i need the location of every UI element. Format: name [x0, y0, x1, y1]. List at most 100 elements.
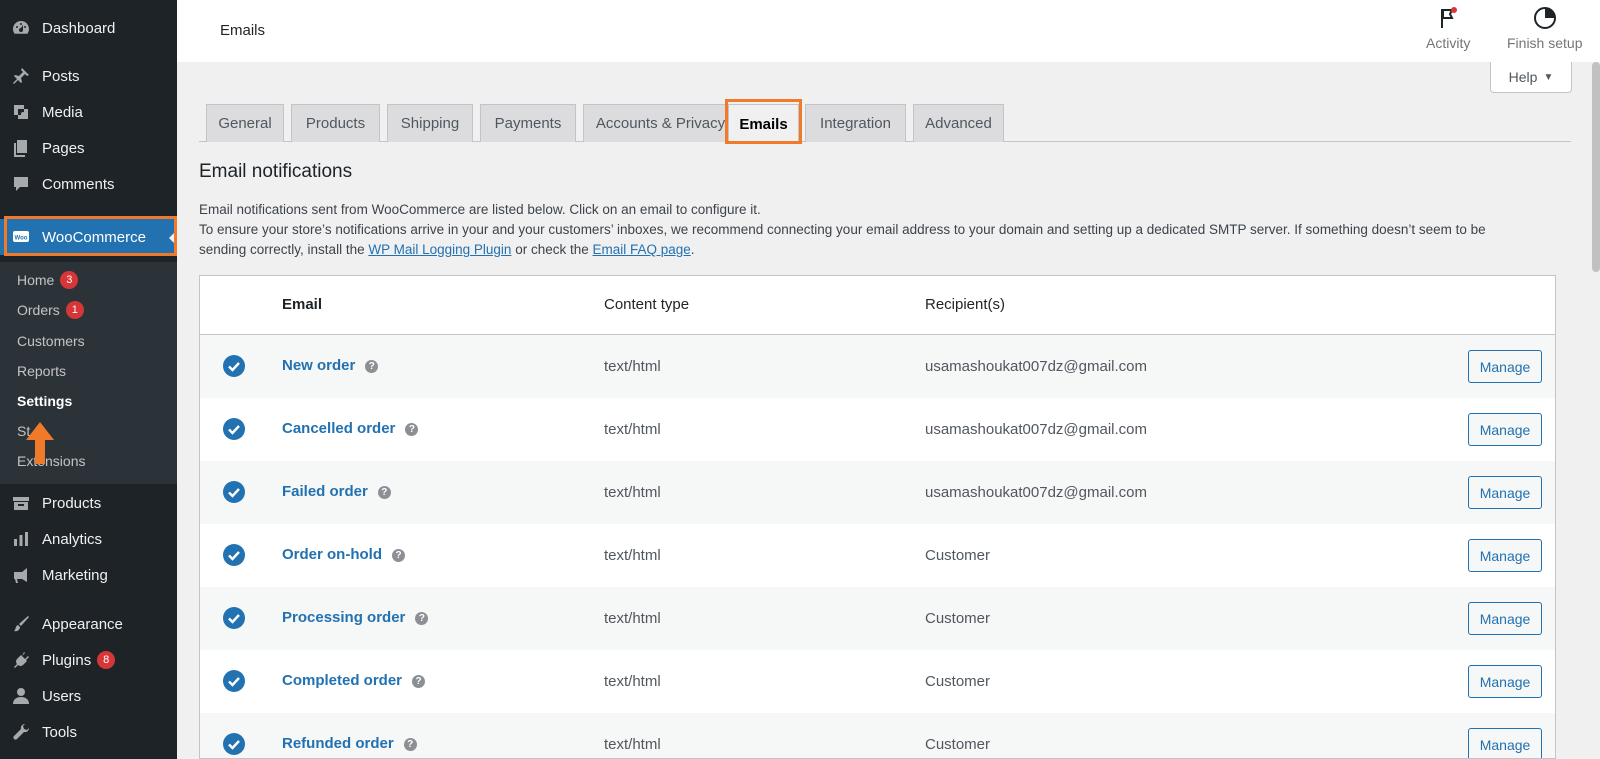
column-header-email: Email [282, 296, 323, 313]
tab-advanced[interactable]: Advanced [913, 104, 1004, 142]
menu-tools[interactable]: Tools [0, 714, 177, 750]
content-type-cell: text/html [604, 358, 661, 375]
column-header-recipients: Recipient(s) [925, 296, 1006, 313]
help-tip-icon[interactable]: ? [403, 738, 417, 751]
tab-products[interactable]: Products [291, 104, 380, 142]
menu-marketing[interactable]: Marketing [0, 557, 177, 593]
email-name-link[interactable]: Completed order? [282, 672, 426, 689]
email-name: New order [282, 357, 356, 374]
user-icon [0, 686, 42, 706]
desc-text: sending correctly, install the [199, 242, 369, 257]
megaphone-icon [0, 565, 42, 585]
menu-products[interactable]: Products [0, 485, 177, 521]
content-type-cell: text/html [604, 610, 661, 627]
menu-pages[interactable]: Pages [0, 130, 177, 166]
help-tip-icon[interactable]: ? [365, 360, 379, 373]
tab-integration[interactable]: Integration [805, 104, 906, 142]
tab-shipping[interactable]: Shipping [387, 104, 473, 142]
progress-circle-icon [1533, 7, 1556, 29]
manage-button[interactable]: Manage [1468, 413, 1542, 446]
recipient-cell: Customer [925, 673, 991, 690]
header-bar: Emails Activity Finish setup [177, 0, 1600, 62]
tab-accounts-privacy[interactable]: Accounts & Privacy [583, 104, 738, 142]
email-name: Cancelled order [282, 420, 396, 437]
manage-button[interactable]: Manage [1468, 476, 1542, 509]
menu-dashboard[interactable]: Dashboard [0, 10, 177, 46]
enabled-check-icon [223, 481, 245, 503]
recipient-cell: Customer [925, 736, 991, 753]
enabled-check-icon [223, 418, 245, 440]
comment-icon [0, 174, 42, 194]
finish-setup-button[interactable]: Finish setup [1507, 6, 1582, 51]
section-description-links: sending correctly, install the WP Mail L… [199, 242, 695, 257]
content-type-cell: text/html [604, 484, 661, 501]
manage-button[interactable]: Manage [1468, 350, 1542, 383]
help-tip-icon[interactable]: ? [405, 423, 419, 436]
content-type-cell: text/html [604, 421, 661, 438]
email-notifications-table: Email Content type Recipient(s) New orde… [199, 275, 1556, 759]
email-faq-link[interactable]: Email FAQ page [592, 242, 690, 257]
email-name: Completed order [282, 672, 403, 689]
menu-media[interactable]: Media [0, 94, 177, 130]
menu-posts[interactable]: Posts [0, 58, 177, 94]
activity-button[interactable]: Activity [1426, 6, 1470, 51]
email-name-link[interactable]: Order on-hold? [282, 546, 405, 563]
menu-appearance[interactable]: Appearance [0, 606, 177, 642]
submenu-orders[interactable]: Orders 1 [17, 301, 84, 319]
menu-comments[interactable]: Comments [0, 166, 177, 202]
wp-mail-logging-link[interactable]: WP Mail Logging Plugin [368, 242, 511, 257]
page-title: Emails [220, 22, 266, 39]
help-tip-icon[interactable]: ? [415, 612, 429, 625]
submenu-label: Orders [17, 302, 60, 318]
email-name: Refunded order [282, 735, 394, 752]
paintbrush-icon [0, 614, 42, 634]
enabled-check-icon [223, 544, 245, 566]
count-badge: 1 [65, 301, 84, 319]
content-type-cell: text/html [604, 673, 661, 690]
menu-label: Tools [42, 723, 78, 741]
manage-button[interactable]: Manage [1468, 602, 1542, 635]
help-tip-icon[interactable]: ? [392, 549, 405, 562]
caret-down-icon: ▼ [1543, 71, 1554, 83]
finish-setup-label: Finish setup [1507, 35, 1583, 51]
menu-label: Users [42, 687, 82, 705]
manage-button[interactable]: Manage [1468, 728, 1542, 758]
menu-label: Products [42, 494, 102, 512]
email-name-link[interactable]: Failed order? [282, 483, 391, 500]
menu-label: Dashboard [42, 19, 116, 37]
table-row: Cancelled order? text/html usamashoukat007… [200, 398, 1555, 461]
menu-analytics[interactable]: Analytics [0, 521, 177, 557]
page-scrollbar[interactable] [1592, 62, 1600, 272]
admin-sidebar: Dashboard Posts Media Pages Comments Woo… [0, 0, 177, 759]
email-name-link[interactable]: Processing order? [282, 609, 429, 626]
section-description: Email notifications sent from WooCommerc… [199, 202, 761, 217]
submenu-customers[interactable]: Customers [17, 333, 85, 349]
emails-tab-highlight [725, 99, 802, 144]
menu-label: Posts [42, 67, 80, 85]
email-name-link[interactable]: New order? [282, 357, 379, 374]
help-button[interactable]: Help ▼ [1490, 62, 1572, 93]
table-row: Order on-hold? text/html Customer Manage [200, 524, 1555, 587]
manage-button[interactable]: Manage [1468, 665, 1542, 698]
menu-plugins[interactable]: Plugins 8 [0, 642, 177, 678]
pin-icon [0, 66, 42, 86]
email-name-link[interactable]: Refunded order? [282, 735, 417, 752]
annotation-arrow-icon [26, 422, 54, 464]
desc-text: or check the [511, 242, 593, 257]
manage-button[interactable]: Manage [1468, 539, 1542, 572]
menu-users[interactable]: Users [0, 678, 177, 714]
submenu-settings[interactable]: Settings [17, 393, 72, 409]
help-tip-icon[interactable]: ? [377, 486, 391, 499]
table-header: Email Content type Recipient(s) [200, 276, 1555, 335]
submenu-home[interactable]: Home 3 [17, 271, 79, 289]
activity-label: Activity [1426, 35, 1471, 51]
tab-general[interactable]: General [206, 104, 284, 142]
email-name-link[interactable]: Cancelled order? [282, 420, 419, 437]
column-header-content-type: Content type [604, 296, 690, 313]
count-badge: 3 [60, 271, 79, 289]
tab-payments[interactable]: Payments [480, 104, 576, 142]
submenu-reports[interactable]: Reports [17, 363, 66, 379]
content-type-cell: text/html [604, 547, 661, 564]
recipient-cell: Customer [925, 610, 991, 627]
help-tip-icon[interactable]: ? [412, 675, 426, 688]
